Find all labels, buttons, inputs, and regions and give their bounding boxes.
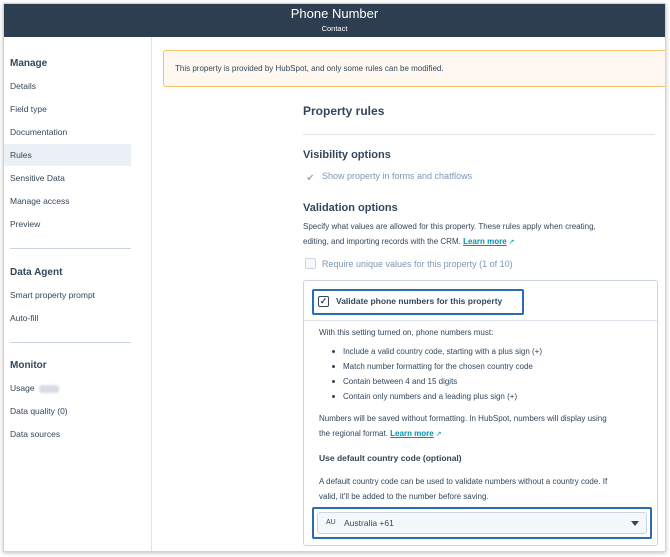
formatting-note-line: Numbers will be saved without formatting… <box>319 414 607 423</box>
phone-validation-header: ✓ Validate phone numbers for this proper… <box>304 281 657 321</box>
validation-description-line: editing, and importing records with the … <box>303 237 461 246</box>
sidebar-heading-data-agent: Data Agent <box>10 267 63 278</box>
unique-values-option: Require unique values for this property … <box>305 258 513 269</box>
list-item: Include a valid country code, starting w… <box>332 344 542 359</box>
formatting-note: Numbers will be saved without formatting… <box>319 411 607 442</box>
caret-down-icon <box>631 521 639 526</box>
phone-validation-panel: ✓ Validate phone numbers for this proper… <box>303 280 658 546</box>
default-code-line: A default country code can be used to va… <box>319 477 608 486</box>
sidebar-item-details[interactable]: Details <box>4 75 131 97</box>
validation-description: Specify what values are allowed for this… <box>303 219 643 250</box>
list-item: Match number formatting for the chosen c… <box>332 359 542 374</box>
title-bar: Phone Number Contact <box>4 4 665 37</box>
sidebar-item-data-sources[interactable]: Data sources <box>4 423 131 445</box>
country-code-select[interactable]: AU Australia +61 <box>317 512 647 534</box>
redacted-usage-count <box>38 384 59 393</box>
default-code-line: valid, it'll be added to the number befo… <box>319 492 489 501</box>
sidebar-item-label: Usage <box>10 383 35 393</box>
sidebar: Manage Details Field type Documentation … <box>4 37 152 551</box>
external-link-icon: ↗ <box>435 431 442 438</box>
section-title: Property rules <box>303 104 385 118</box>
country-code-value: Australia +61 <box>344 518 394 528</box>
validate-phone-checkbox[interactable]: ✓ <box>318 296 329 307</box>
page-subtitle: Contact <box>321 24 348 33</box>
sidebar-heading-monitor: Monitor <box>10 360 47 371</box>
section-divider <box>303 134 655 135</box>
validate-phone-label[interactable]: Validate phone numbers for this property <box>336 296 502 306</box>
sidebar-item-usage[interactable]: Usage <box>4 377 131 399</box>
sidebar-item-documentation[interactable]: Documentation <box>4 121 131 143</box>
sidebar-heading-manage: Manage <box>10 58 48 69</box>
list-item: Contain between 4 and 15 digits <box>332 374 542 389</box>
show-in-forms-label: Show property in forms and chatflows <box>322 171 473 181</box>
sidebar-item-field-type[interactable]: Field type <box>4 98 131 120</box>
sidebar-item-preview[interactable]: Preview <box>4 213 131 235</box>
unique-values-checkbox <box>305 258 316 269</box>
requirements-intro: With this setting turned on, phone numbe… <box>319 328 494 337</box>
checkmark-icon: ✔ <box>306 173 315 184</box>
validation-description-line: Specify what values are allowed for this… <box>303 222 596 231</box>
show-in-forms-option: ✔ Show property in forms and chatflows <box>305 171 472 184</box>
sidebar-item-data-quality[interactable]: Data quality (0) <box>4 400 131 422</box>
validation-heading: Validation options <box>303 202 398 214</box>
default-country-code-heading: Use default country code (optional) <box>319 453 462 463</box>
visibility-heading: Visibility options <box>303 149 391 161</box>
formatting-note-line: the regional format. <box>319 429 388 438</box>
sidebar-divider <box>10 342 131 343</box>
default-country-code-description: A default country code can be used to va… <box>319 474 607 504</box>
sidebar-divider <box>10 248 131 249</box>
learn-more-link[interactable]: Learn more <box>390 429 434 438</box>
phone-validation-highlight: ✓ Validate phone numbers for this proper… <box>312 289 524 315</box>
sidebar-item-manage-access[interactable]: Manage access <box>4 190 131 212</box>
property-editor-window: Phone Number Contact Manage Details Fiel… <box>3 3 666 552</box>
sidebar-item-sensitive-data[interactable]: Sensitive Data <box>4 167 131 189</box>
info-banner: This property is provided by HubSpot, an… <box>163 50 665 87</box>
external-link-icon: ↗ <box>508 239 515 246</box>
country-code-abbrev: AU <box>326 519 336 526</box>
unique-values-label: Require unique values for this property … <box>322 259 513 269</box>
list-item: Contain only numbers and a leading plus … <box>332 389 542 404</box>
sidebar-item-auto-fill[interactable]: Auto-fill <box>4 307 131 329</box>
page-title: Phone Number <box>290 6 379 21</box>
sidebar-item-smart-property-prompt[interactable]: Smart property prompt <box>4 284 131 306</box>
learn-more-link[interactable]: Learn more <box>463 237 507 246</box>
requirements-list: Include a valid country code, starting w… <box>332 344 542 404</box>
sidebar-item-rules[interactable]: Rules <box>4 144 131 166</box>
country-code-select-highlight: AU Australia +61 <box>312 507 652 539</box>
